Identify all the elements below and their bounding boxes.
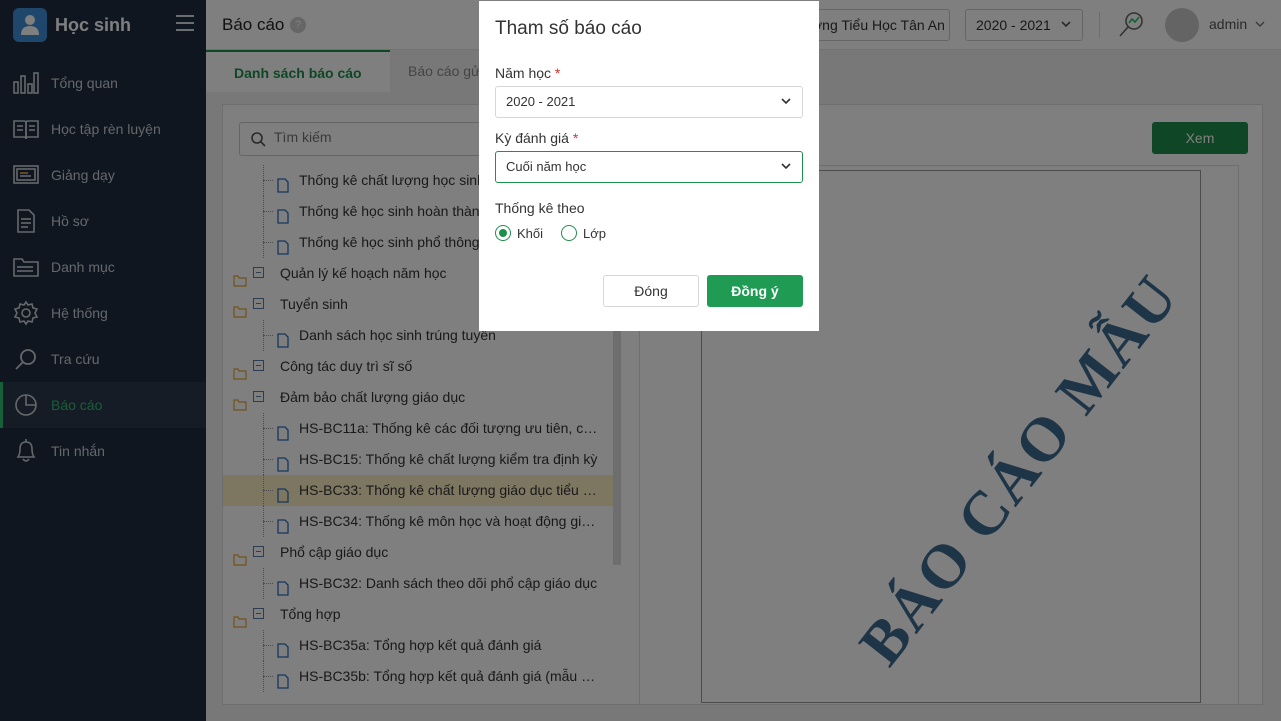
radio-grade[interactable] [495, 225, 511, 241]
year-field-label: Năm học * [495, 65, 561, 81]
radio-grade-label[interactable]: Khối [517, 226, 543, 241]
radio-class[interactable] [561, 225, 578, 241]
period-dropdown[interactable]: Cuối năm học [495, 151, 803, 183]
radio-class-label[interactable]: Lớp [583, 226, 606, 241]
required-mark: * [554, 65, 561, 81]
period-field-label: Kỳ đánh giá * [495, 130, 579, 146]
year-dropdown[interactable]: 2020 - 2021 [495, 86, 803, 118]
required-mark: * [572, 130, 579, 146]
stat-by-radio-group: Khối Lớp [495, 225, 624, 241]
period-dropdown-value: Cuối năm học [506, 159, 587, 174]
chevron-down-icon [780, 87, 792, 128]
close-button[interactable]: Đóng [603, 275, 699, 307]
year-dropdown-value: 2020 - 2021 [506, 94, 576, 109]
dialog-title: Tham số báo cáo [495, 18, 642, 39]
chevron-down-icon [780, 152, 792, 193]
report-params-dialog: Tham số báo cáo Năm học * 2020 - 2021 Kỳ… [479, 1, 819, 331]
stat-by-label: Thống kê theo [495, 200, 585, 216]
confirm-button[interactable]: Đồng ý [707, 275, 803, 307]
